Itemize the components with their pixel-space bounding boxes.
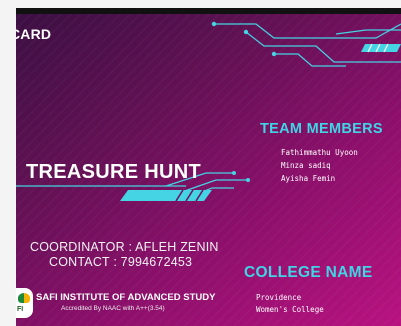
institute-logo: FI bbox=[16, 288, 33, 318]
logo-text: FI bbox=[17, 306, 24, 313]
id-card: CARD TREASURE HUNT COORDINATOR : AFLEH Z… bbox=[16, 8, 401, 326]
team-member-item: Fathimmathu Uyoon bbox=[281, 148, 358, 157]
institute-name: SAFI INSTITUTE OF ADVANCED STUDY bbox=[36, 292, 216, 303]
accreditation-text: Accredited By NAAC with A++(3.54) bbox=[61, 305, 165, 312]
team-members-heading: TEAM MEMBERS bbox=[260, 121, 383, 137]
college-name-line: Providence bbox=[256, 293, 302, 302]
logo-emblem-icon bbox=[18, 293, 30, 303]
event-title: TREASURE HUNT bbox=[26, 161, 202, 183]
college-name-heading: COLLEGE NAME bbox=[244, 264, 373, 281]
team-member-item: Ayisha Femin bbox=[281, 174, 336, 183]
coordinator-text: COORDINATOR : AFLEH ZENIN bbox=[30, 240, 219, 254]
contact-text: CONTACT : 7994672453 bbox=[49, 255, 193, 269]
college-name-line: Women's College bbox=[256, 305, 324, 314]
team-member-item: Minza sadiq bbox=[281, 161, 331, 170]
card-label: CARD bbox=[16, 26, 52, 42]
